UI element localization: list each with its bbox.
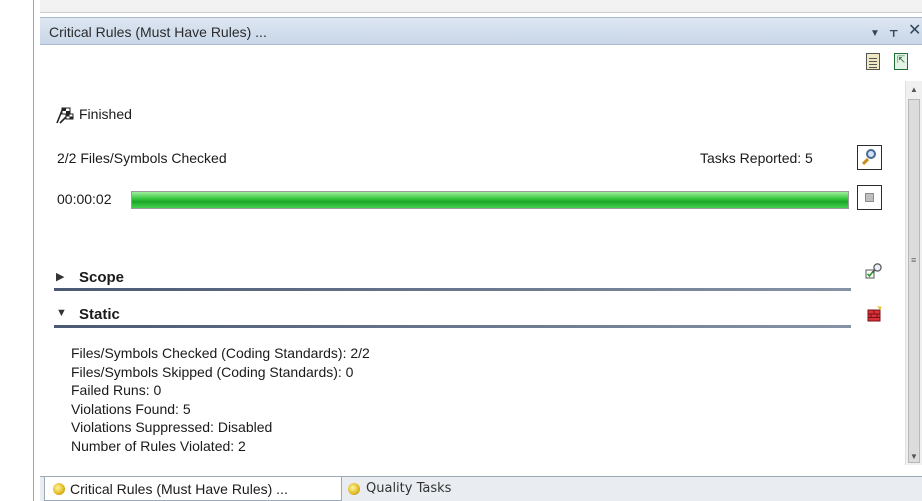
static-analysis-icon[interactable] xyxy=(865,305,883,323)
static-stats-list: Files/Symbols Checked (Coding Standards)… xyxy=(71,344,841,467)
stop-button[interactable] xyxy=(857,185,882,210)
dropdown-icon[interactable]: ▼ xyxy=(870,25,880,43)
section-static[interactable]: ▼ Static xyxy=(54,305,851,325)
toolbar: ⇱ xyxy=(40,46,908,80)
tab-gear-icon xyxy=(348,483,360,495)
stat-line: Files/Symbols Checked (Coding Standards)… xyxy=(71,345,370,361)
tab-label: Quality Tasks xyxy=(366,481,452,496)
files-checked-text: 2/2 Files/Symbols Checked xyxy=(57,150,227,166)
tab-quality-tasks[interactable]: Quality Tasks xyxy=(344,477,514,501)
tasks-reported-text: Tasks Reported: 5 xyxy=(700,150,813,166)
vertical-scrollbar[interactable]: ▲ ≡ ▼ xyxy=(905,81,922,465)
section-divider xyxy=(54,325,851,328)
progress-fill xyxy=(132,192,848,208)
view-results-button[interactable] xyxy=(857,145,882,170)
report-icon[interactable] xyxy=(866,53,880,70)
progress-bar xyxy=(131,191,849,209)
tab-gear-icon xyxy=(53,483,65,495)
stat-line: Failed Runs: 0 xyxy=(71,382,162,399)
scope-search-icon[interactable] xyxy=(865,262,883,280)
expand-arrow-icon[interactable]: ▶ xyxy=(56,270,64,283)
elapsed-time: 00:00:02 xyxy=(57,191,112,207)
scroll-up-icon[interactable]: ▲ xyxy=(910,85,918,94)
close-icon[interactable]: ✕ xyxy=(908,22,921,40)
section-divider xyxy=(54,288,851,291)
bottom-tabbar: Critical Rules (Must Have Rules) ... Qua… xyxy=(40,476,922,501)
section-scope[interactable]: ▶ Scope xyxy=(54,268,851,288)
left-border-line xyxy=(33,0,34,501)
stat-line: Files/Symbols Skipped (Coding Standards)… xyxy=(71,363,354,380)
scroll-thumb[interactable]: ≡ xyxy=(908,99,920,463)
tab-label: Critical Rules (Must Have Rules) ... xyxy=(70,481,288,497)
left-gutter xyxy=(0,0,33,501)
stop-icon xyxy=(865,193,874,202)
finished-flag-icon xyxy=(56,107,74,124)
scroll-down-icon[interactable]: ▼ xyxy=(910,452,918,461)
status-text: Finished xyxy=(79,106,132,122)
panel-title: Critical Rules (Must Have Rules) ... xyxy=(49,24,267,40)
panel-header: Critical Rules (Must Have Rules) ... ▼ ᚁ… xyxy=(40,17,922,45)
search-icon xyxy=(861,157,870,166)
export-icon[interactable]: ⇱ xyxy=(894,53,908,70)
stat-line: Violations Found: 5 xyxy=(71,400,191,417)
section-static-label: Static xyxy=(79,306,120,323)
collapse-arrow-icon[interactable]: ▼ xyxy=(56,307,67,319)
stat-line: Violations Suppressed: Disabled xyxy=(71,419,273,436)
stat-line: Number of Rules Violated: 2 xyxy=(71,437,246,454)
tab-critical-rules[interactable]: Critical Rules (Must Have Rules) ... xyxy=(44,477,342,501)
pin-icon[interactable]: ᚁ xyxy=(890,22,897,40)
grip-icon: ≡ xyxy=(911,255,917,265)
top-strip xyxy=(40,0,922,13)
section-scope-label: Scope xyxy=(79,269,125,286)
